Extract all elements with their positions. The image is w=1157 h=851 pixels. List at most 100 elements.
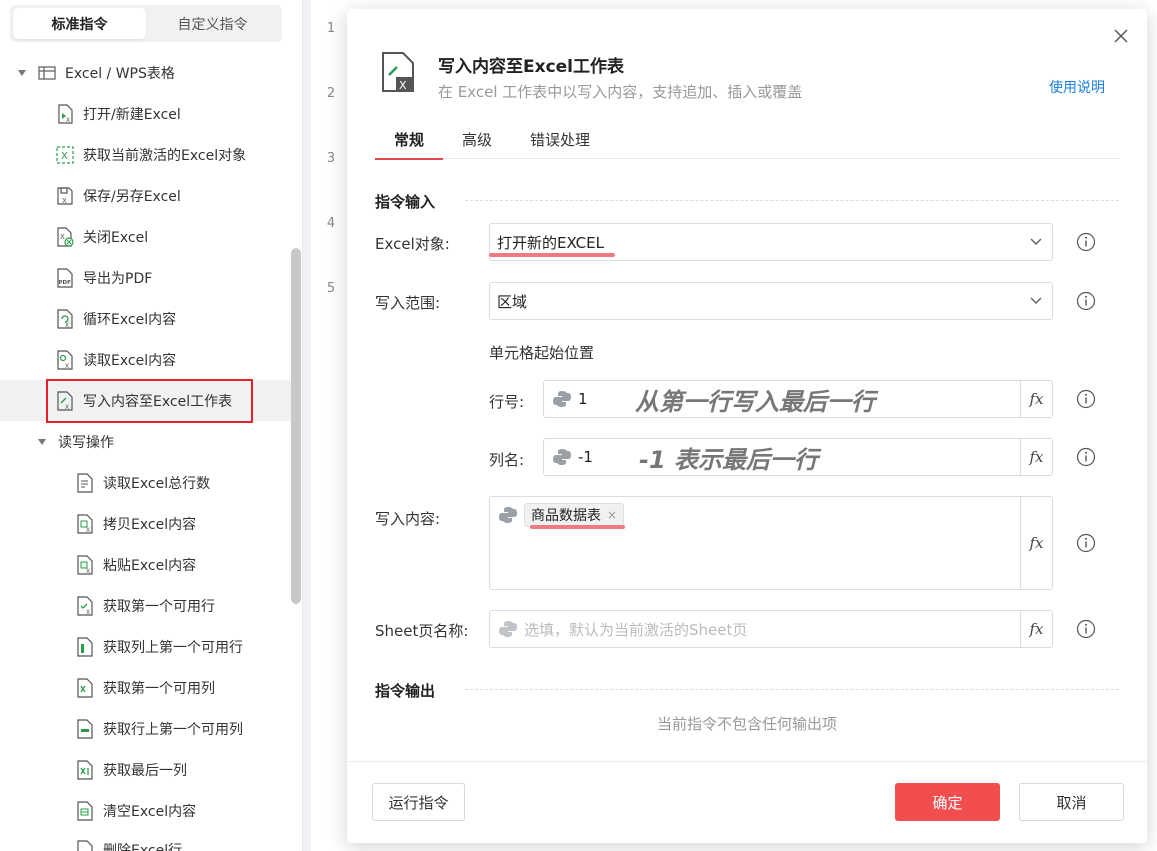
tree-group-label: 读写操作 [58,434,114,451]
fx-button[interactable]: fx [1020,611,1052,647]
first-column-icon [76,677,94,698]
sheet-name-placeholder: 选填，默认为当前激活的Sheet页 [524,620,748,639]
help-link[interactable]: 使用说明 [1049,77,1105,97]
instruction-tab-switch: 标准指令 自定义指令 [10,5,282,42]
instruction-dialog: X 写入内容至Excel工作表 在 Excel 工作表中以写入内容，支持追加、插… [347,9,1147,843]
run-instruction-button[interactable]: 运行指令 [372,783,465,821]
row-label: 行号: [489,393,525,411]
table-icon [38,63,56,83]
python-icon [499,621,517,637]
sidebar-subitem[interactable]: 删除Excel行 [0,829,292,851]
sidebar-scrollbar[interactable] [291,248,301,604]
read-excel-icon: X [56,349,74,370]
info-icon[interactable] [1076,232,1096,252]
variable-tag[interactable]: 商品数据表 × [524,503,625,527]
output-section-title: 指令输出 [375,682,436,700]
sidebar-item-export-pdf[interactable]: PDF 导出为PDF [0,257,292,298]
chevron-down-icon [1030,238,1042,246]
section-divider [465,689,1119,690]
sidebar-item-label: 粘贴Excel内容 [103,557,197,574]
sidebar-subitem[interactable]: X 粘贴Excel内容 [0,544,292,585]
sidebar-item-save-excel[interactable]: X 保存/另存Excel [0,175,292,216]
info-icon[interactable] [1076,389,1096,409]
content-label: 写入内容: [375,510,441,528]
tree-group-excel[interactable]: Excel / WPS表格 [0,52,292,93]
section-divider [465,200,1119,201]
sidebar-item-loop-excel[interactable]: X 循环Excel内容 [0,298,292,339]
line-number: 3 [326,151,336,166]
write-content-input[interactable]: 商品数据表 × fx [489,496,1053,590]
sidebar-item-label: 清空Excel内容 [103,803,197,820]
svg-text:X: X [65,363,69,370]
sidebar-item-label: 获取第一个可用列 [103,680,215,697]
tab-advanced[interactable]: 高级 [443,129,511,159]
sidebar-item-label: 打开/新建Excel [83,106,181,123]
sidebar-item-get-active-excel[interactable]: X 获取当前激活的Excel对象 [0,134,292,175]
col-label: 列名: [489,451,525,469]
sidebar-item-close-excel[interactable]: X 关闭Excel [0,216,292,257]
svg-text:PDF: PDF [59,280,72,286]
line-number: 1 [326,21,336,36]
line-number: 2 [326,86,336,101]
expand-caret-icon [38,438,46,445]
sidebar-item-label: 导出为PDF [83,270,153,287]
sidebar-item-read-excel[interactable]: X 读取Excel内容 [0,339,292,380]
svg-text:X: X [65,322,69,329]
annotation-underline [489,253,615,257]
fx-button[interactable]: fx [1020,381,1052,417]
tab-error-handling[interactable]: 错误处理 [511,129,609,159]
tab-standard-instructions[interactable]: 标准指令 [13,8,146,39]
sidebar-item-open-excel[interactable]: X 打开/新建Excel [0,93,292,134]
cancel-button[interactable]: 取消 [1019,783,1124,821]
write-range-select[interactable]: 区域 [489,282,1053,320]
sidebar-item-label: 保存/另存Excel [83,188,181,205]
sidebar-subitem[interactable]: 获取列上第一个可用行 [0,626,292,667]
svg-text:X: X [86,527,90,534]
fx-button[interactable]: fx [1020,497,1052,589]
tab-custom-instructions[interactable]: 自定义指令 [146,8,279,39]
sidebar-item-label: 获取当前激活的Excel对象 [83,147,247,164]
sidebar-item-label: 读取Excel总行数 [103,475,211,492]
close-excel-icon: X [56,226,74,247]
close-icon[interactable] [1111,26,1131,46]
tab-general[interactable]: 常规 [375,129,444,160]
tree-group-read-write[interactable]: 读写操作 [0,421,292,462]
clear-excel-icon [76,800,94,821]
excel-object-icon: X [56,145,74,165]
chevron-down-icon [1030,297,1042,305]
sidebar-item-label: 获取行上第一个可用列 [103,721,243,738]
info-icon[interactable] [1076,291,1096,311]
info-icon[interactable] [1076,533,1096,553]
sidebar-item-label: 获取最后一列 [103,762,187,779]
sidebar-subitem[interactable]: 清空Excel内容 [0,790,292,831]
sidebar-subitem[interactable]: X 获取第一个可用行 [0,585,292,626]
sidebar-subitem[interactable]: 获取第一个可用列 [0,667,292,708]
dialog-description: 在 Excel 工作表中以写入内容，支持追加、插入或覆盖 [438,83,803,101]
line-number: 4 [326,216,336,231]
sidebar-item-write-excel[interactable]: X 写入内容至Excel工作表 [0,380,292,421]
info-icon[interactable] [1076,619,1096,639]
svg-text:X: X [61,151,68,162]
sheet-name-input[interactable]: 选填，默认为当前激活的Sheet页 fx [489,610,1053,648]
pdf-icon: PDF [56,267,74,288]
tag-remove-icon[interactable]: × [607,508,617,522]
sidebar-subitem[interactable]: 获取最后一列 [0,749,292,790]
sidebar-item-label: 写入内容至Excel工作表 [83,393,233,410]
line-number: 5 [326,281,336,296]
tree-group-label: Excel / WPS表格 [65,65,175,82]
sidebar-subitem[interactable]: 获取行上第一个可用列 [0,708,292,749]
delete-row-icon [76,839,94,851]
sidebar-subitem[interactable]: X 拷贝Excel内容 [0,503,292,544]
fx-button[interactable]: fx [1020,439,1052,475]
svg-text:X: X [86,568,90,575]
info-icon[interactable] [1076,447,1096,467]
excel-rows-icon [76,472,94,493]
sidebar-subitem[interactable]: 读取Excel总行数 [0,462,292,503]
sidebar-item-label: 获取第一个可用行 [103,598,215,615]
excel-open-icon: X [56,103,74,124]
confirm-button[interactable]: 确定 [895,783,1000,821]
write-excel-icon: X [56,390,74,411]
sheet-label: Sheet页名称: [375,622,469,640]
sidebar-item-label: 关闭Excel [83,229,149,246]
content-tags: 商品数据表 × [524,497,1020,527]
